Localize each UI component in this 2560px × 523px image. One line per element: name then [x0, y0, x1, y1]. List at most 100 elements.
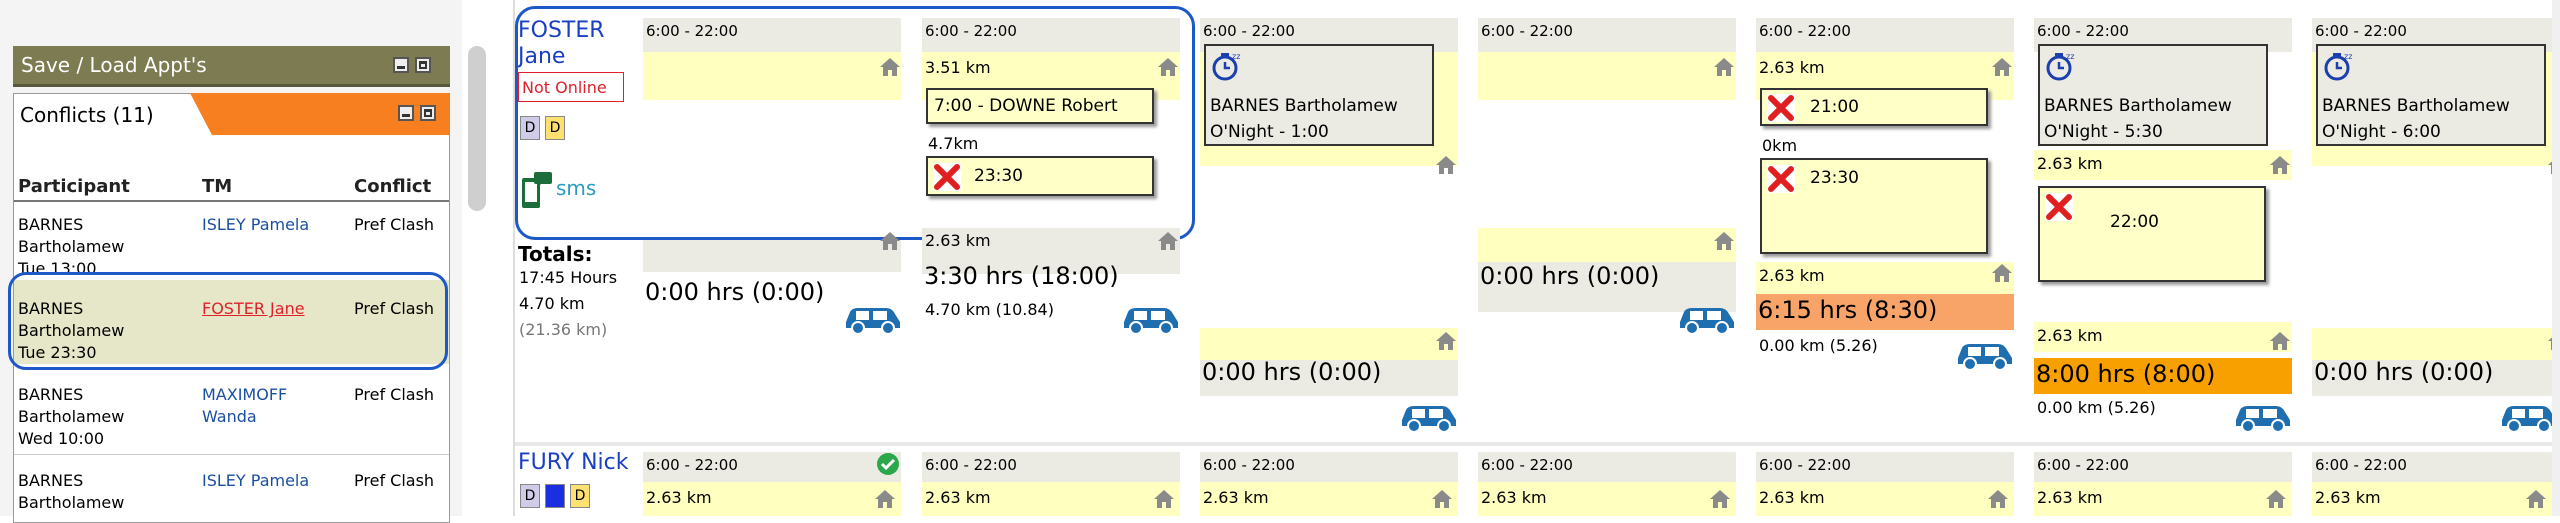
house-icon[interactable] [2268, 330, 2292, 352]
travel-km: 2.63 km [2037, 326, 2103, 345]
appointment-block-conflict[interactable]: 23:30 [926, 156, 1154, 196]
cross-icon [2045, 193, 2073, 221]
appointment-time: 21:00 [1810, 97, 1859, 117]
travel-km: 3.51 km [925, 58, 991, 77]
day-cell[interactable]: 6:00 - 22:00 2.63 km [1478, 452, 1736, 516]
scrollbar-thumb[interactable] [468, 46, 486, 211]
minimize-icon[interactable] [398, 105, 414, 121]
appointment-block-conflict[interactable]: 23:30 [1760, 158, 1988, 254]
totals-km-alt: (21.36 km) [519, 320, 608, 339]
overnight-time: O'Night - 1:00 [1210, 122, 1329, 142]
appointment-block[interactable]: 7:00 - DOWNE Robert [926, 88, 1154, 124]
day-cell[interactable]: 6:00 - 22:00 2.63 km [643, 452, 901, 516]
between-km: 0km [1762, 136, 1798, 155]
day-cell[interactable]: 6:00 - 22:00 0:00 hrs (0:00) [643, 18, 901, 438]
house-icon[interactable] [1708, 488, 1732, 510]
table-row[interactable]: BARNES Bartholamew Wed 10:00 MAXIMOFF Wa… [14, 384, 449, 455]
house-icon[interactable] [1156, 56, 1180, 78]
hours-summary: 0:00 hrs (0:00) [1202, 358, 1382, 386]
day-cell[interactable]: 6:00 - 22:00 2.63 km [2312, 452, 2552, 516]
scrollbar-track[interactable] [2552, 0, 2560, 516]
save-load-title: Save / Load Appt's [21, 53, 207, 77]
participant-name: Bartholamew [18, 237, 125, 256]
overnight-participant: BARNES Bartholamew [1210, 96, 1398, 116]
between-km: 4.7km [928, 134, 979, 153]
house-icon[interactable] [1434, 330, 1458, 352]
save-load-panel-header[interactable]: Save / Load Appt's [13, 46, 450, 87]
travel-km: 2.63 km [1481, 488, 1547, 507]
totals-hours: 17:45 Hours [519, 268, 618, 287]
appointment-block-conflict[interactable]: 21:00 [1760, 88, 1988, 126]
badge-d: D [520, 484, 540, 508]
day-cell[interactable]: 6:00 - 22:00 2.63 km [922, 452, 1180, 516]
appointment-block-conflict[interactable]: 22:00 [2038, 186, 2266, 282]
selection-outline [8, 272, 448, 370]
cross-icon [1767, 165, 1795, 193]
travel-km: 2.63 km [925, 488, 991, 507]
overnight-time: O'Night - 5:30 [2044, 122, 2163, 142]
shift-time: 6:00 - 22:00 [2315, 22, 2407, 40]
tm-link[interactable]: ISLEY Pamela [202, 470, 352, 492]
day-cell[interactable]: 6:00 - 22:00 0:00 hrs (0:00) [1478, 18, 1738, 438]
svg-text:zz: zz [1232, 52, 1240, 61]
house-icon[interactable] [1986, 488, 2010, 510]
car-icon[interactable] [1676, 300, 1738, 336]
day-cell[interactable]: 6:00 - 22:00 2.63 km [1756, 452, 2014, 516]
house-icon[interactable] [2268, 154, 2292, 176]
column-header-conflict[interactable]: Conflict [354, 176, 431, 197]
house-icon[interactable] [1434, 154, 1458, 176]
shift-block[interactable] [643, 52, 901, 100]
day-cell[interactable]: 6:00 - 22:00 3.51 km 7:00 - DOWNE Robert… [922, 18, 1182, 438]
house-icon[interactable] [878, 230, 902, 252]
day-cell[interactable]: 6:00 - 22:00 2.63 km 21:00 0km 23:30 2.6… [1756, 18, 2016, 438]
minimize-icon[interactable] [393, 57, 409, 73]
check-icon [877, 453, 899, 475]
house-icon[interactable] [1990, 56, 2014, 78]
cross-icon [933, 163, 961, 191]
car-icon[interactable] [2498, 398, 2560, 434]
hours-summary: 8:00 hrs (8:00) [2036, 360, 2216, 388]
travel-km: 2.63 km [1759, 58, 1825, 77]
car-icon[interactable] [1954, 336, 2016, 372]
hours-summary: 0:00 hrs (0:00) [2314, 358, 2494, 386]
tm-link[interactable]: MAXIMOFF Wanda [202, 384, 352, 428]
km-summary: 4.70 km (10.84) [925, 300, 1054, 319]
shift-time: 6:00 - 22:00 [925, 456, 1017, 474]
house-icon[interactable] [1430, 488, 1454, 510]
house-icon[interactable] [1990, 262, 2014, 284]
car-icon[interactable] [1120, 300, 1182, 336]
shift-time: 6:00 - 22:00 [1481, 22, 1573, 40]
shift-time: 6:00 - 22:00 [1759, 456, 1851, 474]
maximize-icon[interactable] [415, 57, 431, 73]
table-row[interactable]: BARNES Bartholamew ISLEY Pamela Pref Cla… [14, 470, 449, 520]
house-icon[interactable] [2264, 488, 2288, 510]
house-icon[interactable] [878, 56, 902, 78]
day-cell[interactable]: 6:00 - 22:00 2.63 km [2034, 452, 2292, 516]
car-icon[interactable] [842, 300, 904, 336]
maximize-icon[interactable] [420, 105, 436, 121]
house-icon[interactable] [1712, 230, 1736, 252]
column-header-tm[interactable]: TM [202, 176, 232, 197]
house-icon[interactable] [1152, 488, 1176, 510]
appointment-time: 23:30 [1810, 168, 1859, 188]
conflicts-title: Conflicts (11) [20, 103, 154, 127]
hours-summary: 0:00 hrs (0:00) [1480, 262, 1660, 290]
appointment-time: 23:30 [974, 166, 1023, 186]
house-icon[interactable] [1712, 56, 1736, 78]
shift-time: 6:00 - 22:00 [925, 22, 1017, 40]
overnight-clock-icon: zz [2324, 52, 2352, 81]
day-cell[interactable]: 6:00 - 22:00 2.63 km [1200, 452, 1458, 516]
travel-km: 2.63 km [2315, 488, 2381, 507]
car-icon[interactable] [2232, 398, 2294, 434]
car-icon[interactable] [1398, 398, 1460, 434]
travel-km: 2.63 km [646, 488, 712, 507]
tm-link[interactable]: ISLEY Pamela [202, 214, 352, 236]
travel-km: 2.63 km [925, 231, 991, 250]
house-icon[interactable] [873, 488, 897, 510]
worker-name-link[interactable]: FURY Nick [518, 450, 628, 475]
house-icon[interactable] [1156, 230, 1180, 252]
travel-km: 2.63 km [2037, 488, 2103, 507]
house-icon[interactable] [2524, 488, 2548, 510]
column-header-participant[interactable]: Participant [18, 176, 130, 197]
row-separator [515, 442, 2560, 446]
